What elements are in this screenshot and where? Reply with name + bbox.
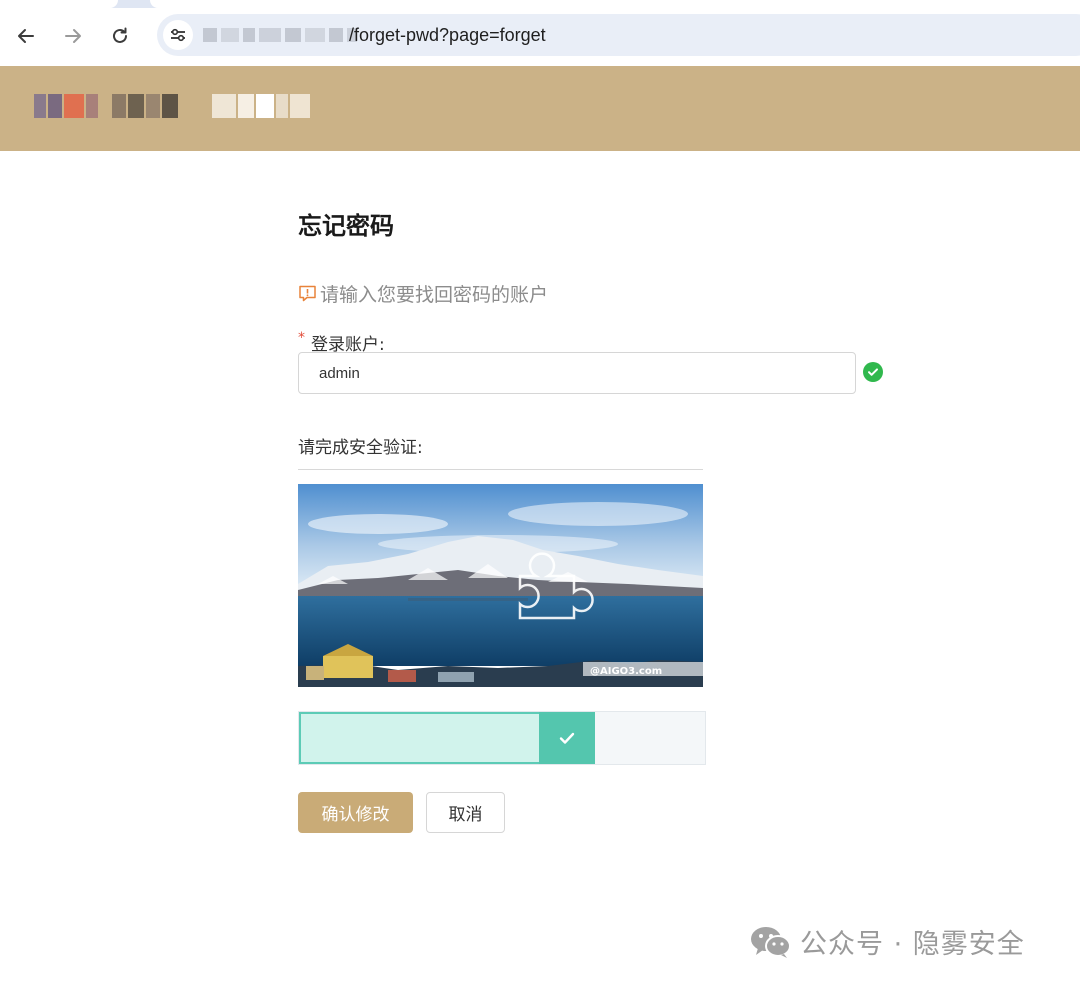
- check-icon: [559, 732, 575, 744]
- arrow-left-icon: [18, 29, 34, 43]
- browser-toolbar: /forget-pwd?page=forget: [0, 8, 1080, 66]
- warning-message-icon: [299, 285, 316, 302]
- tab-right: [150, 0, 1080, 8]
- captcha-image: @AIGO3.com: [298, 484, 703, 687]
- divider: [298, 469, 703, 470]
- slider-handle[interactable]: [539, 712, 595, 764]
- reload-icon: [113, 27, 127, 43]
- hint-message: 请输入您要找回密码的账户: [298, 280, 548, 307]
- reload-button[interactable]: [105, 21, 135, 51]
- url-redacted: [203, 28, 357, 42]
- site-header: [0, 66, 1080, 151]
- site-logo-redacted[interactable]: [34, 94, 310, 118]
- back-button[interactable]: [11, 21, 41, 51]
- required-mark: *: [298, 330, 305, 346]
- wechat-icon: [751, 926, 791, 958]
- captcha-watermark: @AIGO3.com: [590, 666, 662, 677]
- forward-button[interactable]: [58, 21, 88, 51]
- address-bar[interactable]: /forget-pwd?page=forget: [157, 14, 1080, 56]
- tab-strip: [0, 0, 1080, 8]
- url-text: /forget-pwd?page=forget: [349, 25, 546, 45]
- check-circle-icon: [863, 362, 883, 382]
- site-info-button[interactable]: [163, 20, 193, 50]
- watermark: 公众号 · 隐雾安全: [750, 922, 1025, 961]
- captcha-slider[interactable]: [298, 711, 706, 765]
- tab-left: [0, 0, 118, 8]
- verify-label: 请完成安全验证:: [298, 438, 423, 458]
- account-input[interactable]: [298, 352, 856, 394]
- tune-icon: [171, 28, 185, 42]
- arrow-right-icon: [65, 29, 81, 43]
- cancel-button[interactable]: 取消: [426, 792, 505, 833]
- confirm-button[interactable]: 确认修改: [298, 792, 413, 833]
- page-title: 忘记密码: [298, 212, 394, 240]
- hint-text: 请输入您要找回密码的账户: [320, 284, 549, 306]
- watermark-text: 公众号 · 隐雾安全: [800, 929, 1025, 960]
